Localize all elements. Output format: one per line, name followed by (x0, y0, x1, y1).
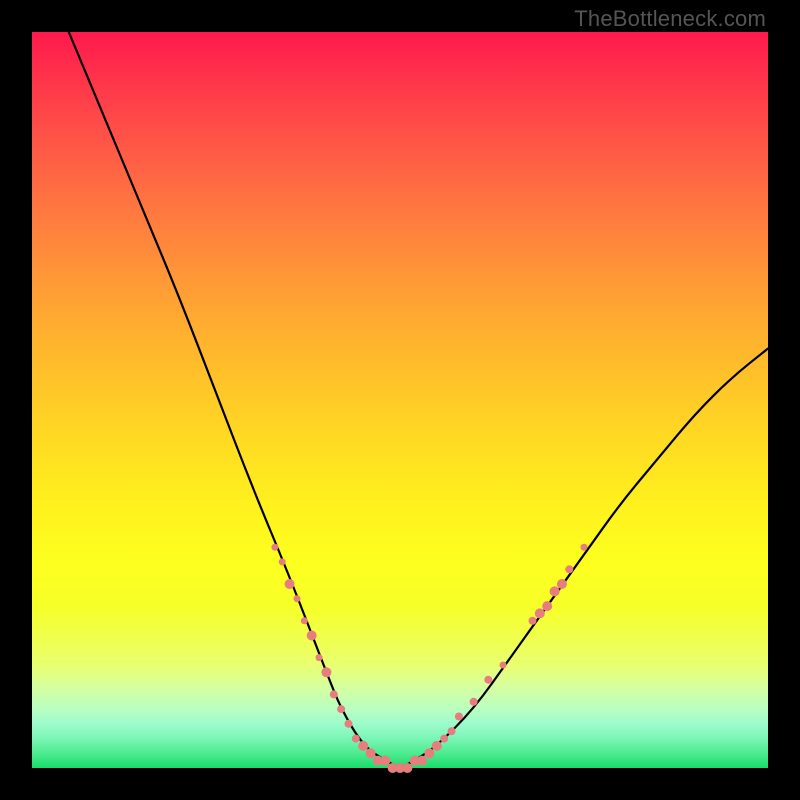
curve-markers (271, 544, 587, 773)
curve-marker (279, 558, 286, 565)
curve-marker (565, 565, 573, 573)
curve-marker (271, 544, 278, 551)
curve-marker (358, 741, 368, 751)
curve-marker (285, 579, 295, 589)
curve-marker (432, 741, 442, 751)
curve-marker (440, 735, 448, 743)
curve-marker (557, 579, 567, 589)
curve-marker (484, 676, 492, 684)
plot-area (32, 32, 768, 768)
curve-marker (380, 756, 390, 766)
curve-marker (424, 748, 434, 758)
curve-marker (500, 662, 507, 669)
curve-marker (301, 617, 308, 624)
curve-marker (294, 595, 301, 602)
curve-marker (321, 667, 331, 677)
curve-marker (330, 690, 338, 698)
curve-marker (366, 748, 376, 758)
curve-marker (307, 631, 317, 641)
attribution-text: TheBottleneck.com (574, 6, 766, 32)
curve-marker (529, 617, 537, 625)
chart-frame: TheBottleneck.com (0, 0, 800, 800)
curve-marker (402, 763, 412, 773)
curve-marker (535, 608, 545, 618)
curve-marker (470, 698, 478, 706)
curve-marker (550, 586, 560, 596)
curve-marker (581, 544, 588, 551)
curve-marker (455, 713, 463, 721)
curve-marker (337, 705, 345, 713)
curve-marker (316, 654, 323, 661)
curve-marker (417, 756, 427, 766)
curve-marker (448, 727, 456, 735)
curve-marker (542, 601, 552, 611)
chart-svg (32, 32, 768, 768)
curve-marker (352, 735, 360, 743)
curve-marker (345, 720, 353, 728)
bottleneck-curve (69, 32, 768, 766)
